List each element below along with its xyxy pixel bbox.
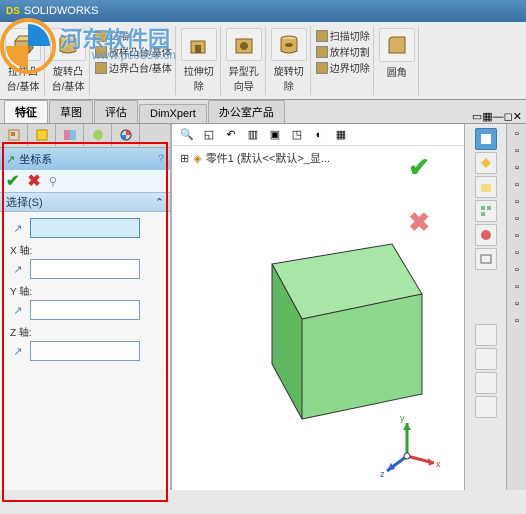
ds-logo: DS — [6, 6, 20, 17]
y-axis-field: Y 轴: ↗ — [10, 283, 160, 320]
loft-cut-item[interactable]: 放样切割 — [316, 44, 370, 59]
window-cascade-icon[interactable]: ▭ — [472, 110, 482, 123]
panel-tab-config-mgr[interactable] — [56, 124, 84, 146]
collapse-icon: ⌃ — [155, 196, 164, 209]
resources-tab[interactable] — [475, 128, 497, 150]
z-axis-label: Z 轴: — [10, 324, 160, 339]
help-icon[interactable]: ? — [158, 153, 164, 165]
origin-field: ↗ — [10, 218, 160, 238]
fillet-icon — [379, 28, 415, 62]
pushpin-button[interactable]: ⚲ — [49, 175, 57, 188]
panel-tabs — [0, 124, 170, 148]
panel-tab-display[interactable] — [112, 124, 140, 146]
x-axis-label: X 轴: — [10, 242, 160, 257]
tab-features[interactable]: 特征 — [4, 100, 48, 123]
command-tabs: 特征 草图 评估 DimXpert 办公室产品 ▭ ▦ — ◻ ✕ — [0, 100, 526, 124]
tab-dimxpert[interactable]: DimXpert — [139, 104, 207, 123]
selection-section-body: ↗ X 轴: ↗ Y 轴: ↗ Z 轴: — [0, 212, 170, 371]
confirm-ok-icon[interactable]: ✔ — [408, 152, 430, 183]
svg-text:x: x — [436, 459, 441, 469]
loft-cut-icon — [316, 46, 328, 58]
tab-office[interactable]: 办公室产品 — [208, 100, 285, 123]
y-axis-icon: ↗ — [10, 302, 26, 318]
tab-sketch[interactable]: 草图 — [49, 100, 93, 123]
hole-wizard-icon — [226, 28, 262, 61]
hide-show-icon[interactable]: ◐ — [310, 126, 328, 144]
cancel-button[interactable]: ✖ — [27, 171, 40, 191]
window-tile-icon[interactable]: ▦ — [482, 110, 492, 123]
fillet-label: 圆角 — [387, 64, 407, 79]
watermark-url: www.pc0359.cn — [92, 48, 176, 62]
origin-icon: ↗ — [10, 220, 26, 236]
window-max-icon[interactable]: ◻ — [504, 110, 513, 123]
hole-wizard-label: 异型孔 向导 — [229, 63, 259, 93]
titlebar: DS SOLIDWORKS — [0, 0, 526, 22]
part-icon: ◈ — [193, 152, 201, 165]
design-library-tab[interactable] — [475, 152, 497, 174]
svg-text:z: z — [380, 469, 385, 479]
boundary-item[interactable]: 边界凸台/基体 — [95, 60, 172, 75]
view-triad: x y z — [372, 411, 442, 484]
zoom-fit-icon[interactable]: 🔍 — [178, 126, 196, 144]
selection-header-label: 选择(S) — [6, 194, 43, 210]
fillet-group[interactable]: 圆角 — [376, 26, 419, 95]
feature-manager-panel: ↗ 坐标系 ? ✔ ✖ ⚲ 选择(S) ⌃ ↗ X 轴: — [0, 124, 172, 490]
section-view-icon[interactable]: ▥ — [244, 126, 262, 144]
far-btn-4[interactable]: ▫ — [509, 177, 525, 193]
tab-evaluate[interactable]: 评估 — [94, 100, 138, 123]
property-panel-title: 坐标系 — [19, 151, 52, 167]
scene-icon[interactable]: ▦ — [332, 126, 350, 144]
boundary-cut-item[interactable]: 边界切除 — [316, 60, 370, 75]
zoom-area-icon[interactable]: ◱ — [200, 126, 218, 144]
view-toolbar: 🔍 ◱ ↶ ▥ ▣ ◳ ◐ ▦ — [172, 124, 464, 146]
far-btn-2[interactable]: ▫ — [509, 143, 525, 159]
ok-button[interactable]: ✔ — [6, 171, 19, 191]
revolve-cut-icon — [271, 28, 307, 61]
part-name: 零件1 (默认<<默认>_显... — [206, 150, 330, 166]
workspace: ↗ 坐标系 ? ✔ ✖ ⚲ 选择(S) ⌃ ↗ X 轴: — [0, 124, 526, 490]
origin-input[interactable] — [30, 218, 140, 238]
hole-wizard-group[interactable]: 异型孔 向导 — [223, 26, 266, 95]
sweep-cut-icon — [316, 30, 328, 42]
boundary-icon — [95, 62, 107, 74]
property-panel-header: ↗ 坐标系 ? — [0, 148, 170, 170]
far-btn-3[interactable]: ▫ — [509, 160, 525, 176]
watermark-logo — [0, 18, 56, 77]
extrude-cut-group[interactable]: 拉伸切 除 — [178, 26, 221, 95]
prev-view-icon[interactable]: ↶ — [222, 126, 240, 144]
model-cube — [212, 194, 512, 474]
sweep-cut-item[interactable]: 扫描切除 — [316, 28, 370, 43]
extrude-cut-icon — [181, 28, 217, 61]
extrude-cut-label: 拉伸切 除 — [184, 63, 214, 93]
expand-icon[interactable]: ⊞ — [180, 152, 189, 165]
window-min-icon[interactable]: — — [493, 111, 504, 123]
cut-sub-group: 扫描切除 放样切割 边界切除 — [313, 26, 374, 95]
panel-tab-feature-tree[interactable] — [0, 124, 28, 146]
property-panel-buttons: ✔ ✖ ⚲ — [0, 170, 170, 192]
y-axis-input[interactable] — [30, 300, 140, 320]
panel-tab-property-mgr[interactable] — [28, 124, 56, 146]
far-btn-1[interactable]: ▫ — [509, 126, 525, 142]
svg-text:y: y — [400, 413, 405, 423]
graphics-viewport[interactable]: 🔍 ◱ ↶ ▥ ▣ ◳ ◐ ▦ ⊞ ◈ 零件1 (默认<<默认>_显... ✔ … — [172, 124, 464, 490]
revolve-boss-label: 旋转凸 台/基体 — [52, 63, 85, 93]
panel-tab-dimxpert[interactable] — [84, 124, 112, 146]
app-title: SOLIDWORKS — [24, 5, 99, 17]
y-axis-label: Y 轴: — [10, 283, 160, 298]
z-axis-input[interactable] — [30, 341, 140, 361]
boundary-cut-icon — [316, 62, 328, 74]
coordinate-system-icon: ↗ — [6, 153, 15, 166]
window-close-icon[interactable]: ✕ — [513, 110, 522, 123]
selection-section-header[interactable]: 选择(S) ⌃ — [0, 192, 170, 212]
x-axis-icon: ↗ — [10, 261, 26, 277]
x-axis-field: X 轴: ↗ — [10, 242, 160, 279]
display-style-icon[interactable]: ◳ — [288, 126, 306, 144]
z-axis-field: Z 轴: ↗ — [10, 324, 160, 361]
view-orient-icon[interactable]: ▣ — [266, 126, 284, 144]
revolve-cut-label: 旋转切 除 — [274, 63, 304, 93]
x-axis-input[interactable] — [30, 259, 140, 279]
z-axis-icon: ↗ — [10, 343, 26, 359]
revolve-cut-group[interactable]: 旋转切 除 — [268, 26, 311, 95]
